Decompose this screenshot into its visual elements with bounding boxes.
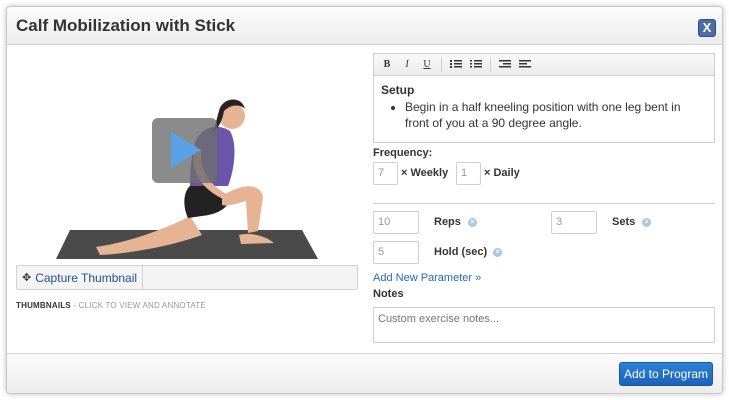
frequency-label: Frequency: [373,147,433,159]
move-icon: ✥ [22,272,32,284]
editor-section-title: Setup [381,83,415,97]
indent-icon[interactable] [499,59,511,71]
add-parameter-link[interactable]: Add New Parameter » [373,272,481,284]
reps-label: Reps [434,216,461,228]
outdent-icon[interactable] [519,59,531,71]
add-to-program-button[interactable]: Add to Program [619,362,713,386]
bold-button[interactable]: B [381,59,393,71]
thumbnails-heading: THUMBNAILS [16,301,71,310]
sets-label: Sets [612,216,636,228]
numbered-list-icon[interactable] [470,59,482,71]
exercise-dialog: Calf Mobilization with Stick X ✥ Capture… [6,6,723,394]
daily-input[interactable]: 1 [456,162,481,185]
notes-field[interactable] [373,307,715,343]
hold-input[interactable]: 5 [373,241,419,264]
underline-button[interactable]: U [421,59,433,71]
daily-label: × Daily [484,167,520,179]
weekly-input[interactable]: 7 [373,162,398,185]
capture-thumbnail-label: Capture Thumbnail [35,270,138,285]
italic-button[interactable]: I [401,59,413,71]
toolbar-divider [441,57,442,72]
bullet-list-icon[interactable] [450,59,462,71]
remove-icon[interactable]: × [642,218,651,227]
dialog-header: Calf Mobilization with Stick X [7,7,722,45]
weekly-label: × Weekly [401,167,449,179]
instructions-editor[interactable]: B I U Setup Begin in a half kneeling pos… [373,53,715,143]
hold-label: Hold (sec) [434,246,488,258]
notes-label: Notes [373,288,404,300]
remove-icon[interactable]: × [493,248,502,257]
close-button[interactable]: X [698,19,716,37]
play-icon[interactable] [152,118,217,183]
editor-bullet-list: Begin in a half kneeling position with o… [405,99,707,131]
sets-input[interactable]: 3 [551,211,597,234]
section-divider [373,203,715,204]
toolbar-divider [490,57,491,72]
remove-icon[interactable]: × [468,218,477,227]
dialog-footer: Add to Program [7,353,722,393]
editor-toolbar: B I U [374,54,714,76]
capture-thumbnail-button[interactable]: ✥ Capture Thumbnail [17,266,144,289]
reps-input[interactable]: 10 [373,211,419,234]
thumbnails-hint: - CLICK TO VIEW AND ANNOTATE [70,301,206,310]
dialog-title: Calf Mobilization with Stick [16,16,236,35]
thumbnails-caption: THUMBNAILS - CLICK TO VIEW AND ANNOTATE [16,301,206,310]
editor-body[interactable]: Setup Begin in a half kneeling position … [374,76,714,137]
editor-bullet-item: Begin in a half kneeling position with o… [405,99,707,131]
front-leg [222,186,263,233]
capture-toolbar: ✥ Capture Thumbnail [16,265,358,290]
